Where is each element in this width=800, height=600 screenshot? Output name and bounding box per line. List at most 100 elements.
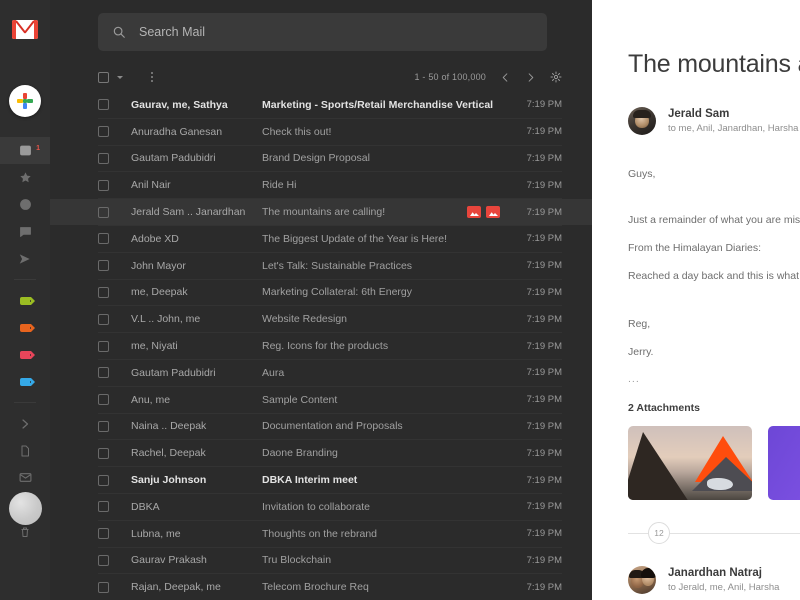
row-timestamp: 7:19 PM (526, 581, 562, 593)
row-timestamp: 7:19 PM (526, 233, 562, 245)
table-row[interactable]: Naina .. Deepak Documentation and Proposa… (98, 414, 562, 441)
recipient-list[interactable]: to me, Anil, Janardhan, Harsha (668, 123, 798, 134)
row-sender: Naina .. Deepak (131, 420, 207, 433)
sidebar-item-more[interactable] (0, 410, 50, 437)
sidebar-item-all-mail[interactable] (0, 464, 50, 491)
attachment-purple-photo[interactable] (768, 426, 800, 500)
row-subject: Telecom Brochure Req (262, 581, 369, 594)
row-checkbox[interactable] (98, 340, 109, 352)
search-bar[interactable] (98, 13, 547, 51)
row-checkbox[interactable] (98, 233, 109, 245)
row-subject: DBKA Interim meet (262, 474, 358, 487)
table-row[interactable]: V.L .. John, me Website Redesign 7:19 PM (98, 306, 562, 334)
sender-name: Jerald Sam (668, 108, 730, 120)
row-checkbox[interactable] (98, 179, 109, 191)
row-sender: John Mayor (131, 259, 186, 272)
table-row[interactable]: Gautam Padubidri Brand Design Proposal 7:1… (98, 146, 562, 173)
row-checkbox[interactable] (98, 581, 109, 593)
row-sender: V.L .. John, me (131, 313, 201, 326)
row-timestamp: 7:19 PM (526, 420, 562, 432)
sidebar-item-drafts[interactable] (0, 437, 50, 464)
sidebar-label-green[interactable] (0, 287, 50, 314)
sidebar-item-starred[interactable] (0, 164, 50, 191)
kebab-menu-icon[interactable] (145, 70, 159, 84)
gear-icon[interactable] (550, 71, 562, 83)
row-checkbox[interactable] (98, 286, 109, 298)
table-row[interactable]: DBKA Invitation to collaborate 7:19 PM (98, 494, 562, 521)
table-row[interactable]: Rajan, Deepak, me Telecom Brochure Req 7:1… (98, 574, 562, 600)
row-checkbox[interactable] (98, 501, 109, 513)
sidebar-label-red[interactable] (0, 341, 50, 368)
row-timestamp: 7:19 PM (526, 501, 562, 513)
table-row[interactable]: Anuradha Ganesan Check this out! 7:19 PM (98, 119, 562, 146)
row-checkbox[interactable] (98, 420, 109, 432)
chevron-left-icon[interactable] (500, 72, 511, 83)
search-input[interactable] (139, 25, 533, 39)
sidebar-label-orange[interactable] (0, 314, 50, 341)
row-checkbox[interactable] (98, 394, 109, 406)
compose-button[interactable] (9, 85, 41, 117)
table-row[interactable]: Anu, me Sample Content 7:19 PM (98, 387, 562, 414)
image-attachment-icon[interactable] (467, 206, 481, 219)
row-subject: The mountains are calling! (262, 206, 386, 219)
table-row[interactable]: John Mayor Let's Talk: Sustainable Practi… (98, 253, 562, 280)
image-attachment-icon[interactable] (486, 206, 500, 219)
row-sender: me, Niyati (131, 340, 178, 353)
row-sender: Sanju Johnson (131, 474, 207, 487)
user-avatar[interactable] (9, 492, 42, 525)
attachments-label: 2 Attachments (628, 402, 700, 414)
body-line-3: Reached a day back and this is what I wa… (628, 270, 800, 282)
table-row[interactable]: Jerald Sam .. Janardhan The mountains are… (50, 199, 592, 226)
row-sender: Anu, me (131, 393, 171, 406)
table-row[interactable]: Gaurav, me, Sathya Marketing - Sports/Ret… (98, 92, 562, 119)
sidebar-item-sent[interactable] (0, 245, 50, 272)
row-subject: Sample Content (262, 393, 338, 406)
collapsed-thread-divider[interactable]: 12 (628, 522, 800, 544)
table-row[interactable]: Anil Nair Ride Hi 7:19 PM (98, 172, 562, 200)
collapsed-message-count[interactable]: 12 (648, 522, 670, 544)
rail-divider-bottom (14, 402, 36, 403)
row-checkbox[interactable] (98, 367, 109, 379)
row-subject: Website Redesign (262, 313, 348, 326)
row-checkbox[interactable] (98, 206, 109, 218)
sidebar-item-inbox[interactable]: 1 (0, 137, 50, 164)
message-header-1: Jerald Sam to me, Anil, Janardhan, Harsh… (628, 107, 800, 135)
table-row[interactable]: me, Niyati Reg. Icons for the products 7:1… (98, 333, 562, 360)
reading-pane: The mountains are calling! Jerald Sam to… (592, 0, 800, 600)
row-sender: Rajan, Deepak, me (131, 581, 221, 594)
row-checkbox[interactable] (98, 313, 109, 325)
row-checkbox[interactable] (98, 528, 109, 540)
select-all-checkbox[interactable] (98, 71, 109, 83)
table-row[interactable]: me, Deepak Marketing Collateral: 6th Ener… (98, 280, 562, 307)
table-row[interactable]: Gautam Padubidri Aura 7:19 PM (98, 360, 562, 387)
chat-bubble-icon (19, 227, 31, 237)
row-timestamp: 7:19 PM (526, 206, 562, 218)
row-checkbox[interactable] (98, 474, 109, 486)
sidebar-item-chats[interactable] (0, 218, 50, 245)
row-checkbox[interactable] (98, 554, 109, 566)
chevron-right-icon[interactable] (525, 72, 536, 83)
gmail-app-window: 1 Search Mail 1 - 50 of 100,000 Gaurav, … (0, 0, 800, 600)
row-subject: Ride Hi (262, 179, 297, 192)
recipient-list-2[interactable]: to Jerald, me, Anil, Harsha (668, 582, 779, 593)
row-checkbox[interactable] (98, 99, 109, 111)
attachment-mountain-photo[interactable] (628, 426, 752, 500)
table-row[interactable]: Rachel, Deepak Daone Branding 7:19 PM (98, 440, 562, 468)
row-checkbox[interactable] (98, 152, 109, 164)
table-row[interactable]: Sanju Johnson DBKA Interim meet 7:19 PM (98, 467, 562, 494)
table-row[interactable]: Gaurav Prakash Tru Blockchain 7:19 PM (98, 548, 562, 575)
row-checkbox[interactable] (98, 260, 109, 272)
row-sender: me, Deepak (131, 286, 188, 299)
table-row[interactable]: Lubna, me Thoughts on the rebrand 7:19 PM (98, 521, 562, 548)
table-row[interactable]: Adobe XD The Biggest Update of the Year i… (98, 226, 562, 253)
chevron-down-icon[interactable] (117, 75, 123, 79)
email-rows: Gaurav, me, Sathya Marketing - Sports/Ret… (50, 92, 592, 600)
row-checkbox[interactable] (98, 126, 109, 138)
sidebar-label-blue[interactable] (0, 368, 50, 395)
row-checkbox[interactable] (98, 447, 109, 459)
email-list-pane: 1 - 50 of 100,000 Gaurav, me, Sathya Mark… (50, 0, 592, 600)
row-subject: The Biggest Update of the Year is Here! (262, 232, 448, 245)
sender-avatar-2 (628, 566, 656, 594)
sidebar-item-snoozed[interactable] (0, 191, 50, 218)
row-sender: Gautam Padubidri (131, 366, 216, 379)
